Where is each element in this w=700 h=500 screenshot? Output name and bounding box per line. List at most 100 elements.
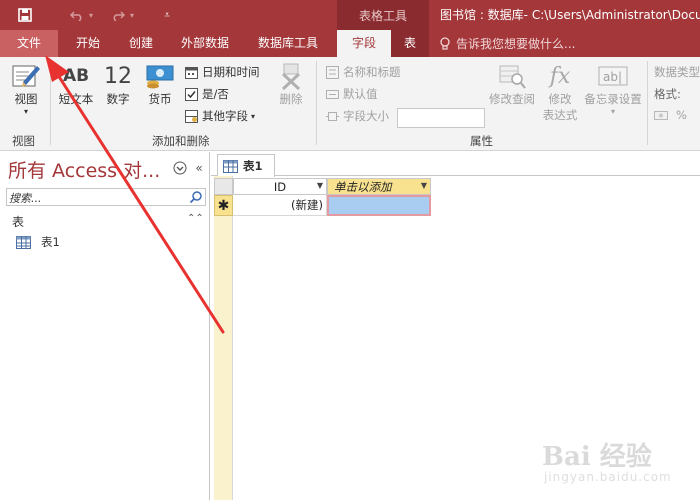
number-label: 数字 <box>106 92 130 106</box>
number-button[interactable]: 12 数字 <box>100 61 136 107</box>
customize-qat-icon: ⩡ <box>164 9 170 21</box>
tell-me-placeholder: 告诉我您想要做什么... <box>456 37 576 51</box>
delete-button[interactable]: 删除 <box>273 61 309 107</box>
tab-fields[interactable]: 字段 <box>337 30 391 57</box>
currency-button[interactable]: 货币 <box>142 61 178 107</box>
ribbon-separator <box>316 61 317 145</box>
tab-external-data[interactable]: 外部数据 <box>170 30 240 57</box>
row-selector-column <box>214 176 233 500</box>
document-tab-strip: 表1 <box>211 152 700 177</box>
modify-lookups-button[interactable]: 修改查阅 <box>488 61 536 107</box>
select-all-corner[interactable] <box>214 178 233 195</box>
ribbon-separator <box>647 61 648 145</box>
column-header-id[interactable]: ID ▼ <box>233 178 327 195</box>
new-record-selector[interactable]: ✱ <box>214 195 233 216</box>
short-text-icon: AB <box>62 66 90 86</box>
group-label-properties: 属性 <box>470 134 493 148</box>
redo-icon <box>113 11 126 21</box>
field-size-input[interactable] <box>397 108 485 128</box>
nav-pane-header[interactable]: 所有 Access 对... <box>8 156 160 183</box>
save-button[interactable] <box>14 4 36 26</box>
currency-label: 货币 <box>148 92 172 106</box>
redo-dropdown-icon[interactable]: ▾ <box>130 11 134 20</box>
title-bar: ▾ ▾ ⩡ 表格工具 图书馆 : 数据库- C:\Users\Administr… <box>0 0 700 30</box>
double-chevron-left-icon: « <box>195 161 203 175</box>
nav-item-table1[interactable]: 表1 <box>16 234 60 250</box>
more-fields-button[interactable]: 其他字段 ▾ <box>184 108 255 124</box>
name-caption-label: 名称和标题 <box>343 65 401 79</box>
cell-id-new[interactable]: (新建) <box>233 195 327 216</box>
modify-expression-label-1: 修改 <box>548 92 572 106</box>
calendar-icon <box>184 66 198 79</box>
access-window: ▾ ▾ ⩡ 表格工具 图书馆 : 数据库- C:\Users\Administr… <box>0 0 700 500</box>
quick-access-toolbar: ▾ ▾ ⩡ <box>0 0 178 30</box>
delete-icon <box>281 63 301 90</box>
watermark-logo: Bai 经验 jingyan.baidu.com <box>542 436 692 494</box>
tab-home[interactable]: 开始 <box>62 30 114 57</box>
short-text-button[interactable]: AB 短文本 <box>56 61 96 107</box>
name-caption-button[interactable]: 名称和标题 <box>325 64 401 80</box>
redo-button[interactable] <box>107 4 129 26</box>
modify-lookups-label: 修改查阅 <box>489 92 535 106</box>
delete-label: 删除 <box>279 92 303 106</box>
view-button[interactable]: 视图 ▾ <box>6 61 46 116</box>
design-view-icon <box>12 65 40 87</box>
tell-me-box[interactable]: 告诉我您想要做什么... <box>440 30 575 57</box>
tab-create[interactable]: 创建 <box>116 30 166 57</box>
lookup-icon <box>499 65 526 89</box>
circle-chevron-down-icon <box>173 161 187 175</box>
document-tab-label: 表1 <box>243 159 263 173</box>
cell-click-to-add-selected[interactable] <box>327 195 431 216</box>
search-icon[interactable] <box>189 190 203 204</box>
svg-text:ab|: ab| <box>603 70 622 84</box>
short-text-label: 短文本 <box>58 92 94 106</box>
default-value-button[interactable]: 默认值 <box>325 86 378 102</box>
modify-expression-button[interactable]: fx 修改 表达式 <box>540 61 580 123</box>
chevron-down-icon[interactable]: ▼ <box>317 181 323 190</box>
memo-dropdown-icon: ▾ <box>610 107 615 116</box>
field-size-label-group: 字段大小 <box>325 108 389 124</box>
field-size-label: 字段大小 <box>343 109 389 123</box>
default-value-icon <box>325 89 339 99</box>
format-label: 格式: <box>654 87 681 101</box>
nav-pane-shutter-button[interactable]: « <box>191 160 207 176</box>
undo-icon <box>70 11 82 21</box>
data-type-label: 数据类型 <box>654 65 700 79</box>
nav-pane-menu-button[interactable] <box>172 160 188 176</box>
nav-group-tables[interactable]: 表 <box>12 213 24 230</box>
currency-format-icon <box>654 110 668 120</box>
table-icon <box>16 235 31 249</box>
yesno-button[interactable]: 是/否 <box>184 86 229 102</box>
context-tab-group-label: 表格工具 <box>358 8 407 23</box>
datetime-button[interactable]: 日期和时间 <box>184 64 260 80</box>
modify-expression-label-2: 表达式 <box>542 108 578 122</box>
function-icon: fx <box>549 63 571 89</box>
double-chevron-up-icon[interactable]: ⌃⌃ <box>187 213 204 224</box>
document-tab-table1[interactable]: 表1 <box>217 154 275 177</box>
group-label-view: 视图 <box>12 134 35 148</box>
percent-label: % <box>676 108 687 122</box>
memo-icon: ab| <box>598 66 628 86</box>
undo-dropdown-icon[interactable]: ▾ <box>89 11 93 20</box>
currency-icon <box>146 65 174 89</box>
nav-search-input[interactable]: 搜索... <box>6 188 206 206</box>
nav-search-placeholder: 搜索... <box>9 192 42 205</box>
table-icon <box>223 159 238 173</box>
tab-database-tools[interactable]: 数据库工具 <box>246 30 330 57</box>
lightbulb-icon <box>440 36 450 50</box>
customize-qat-button[interactable]: ⩡ <box>156 4 178 26</box>
column-header-click-to-add[interactable]: 单击以添加 ▼ <box>327 178 431 195</box>
tab-file[interactable]: 文件 <box>0 30 58 57</box>
tab-table[interactable]: 表 <box>391 30 429 57</box>
view-button-label: 视图 <box>14 92 38 106</box>
undo-button[interactable] <box>66 4 88 26</box>
default-value-label: 默认值 <box>343 87 378 101</box>
save-icon <box>18 8 32 22</box>
memo-settings-button[interactable]: ab| 备忘录设置 ▾ <box>582 61 644 116</box>
ribbon: 视图 ▾ 视图 AB 短文本 12 数字 货币 日期和时间 是/否 其他字段 ▾… <box>0 57 700 151</box>
datetime-label: 日期和时间 <box>202 65 260 79</box>
column-header-label: ID <box>273 179 287 194</box>
chevron-down-icon[interactable]: ▼ <box>421 181 427 190</box>
percent-format-button[interactable]: % <box>654 108 687 122</box>
yesno-label: 是/否 <box>202 87 229 101</box>
